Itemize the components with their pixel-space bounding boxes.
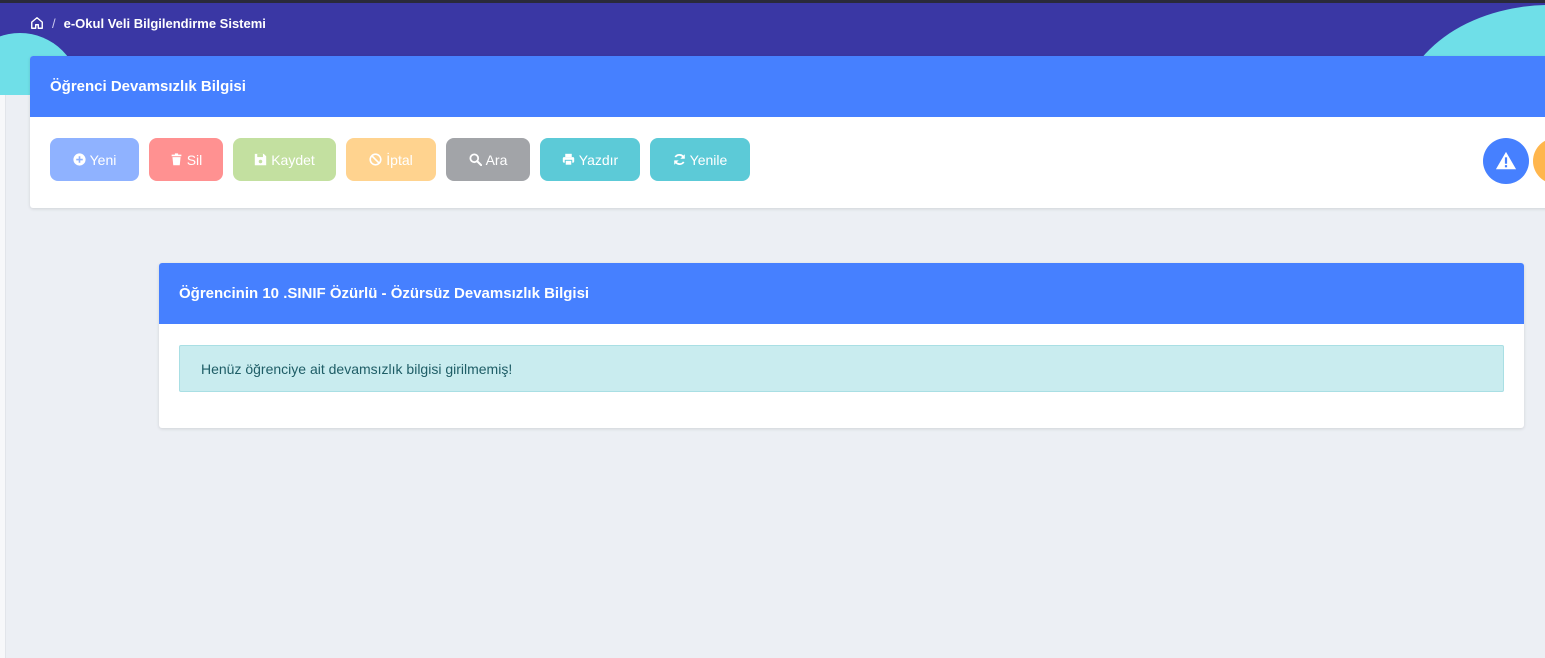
orange-action-button[interactable] — [1533, 138, 1545, 184]
trash-icon — [171, 153, 182, 166]
breadcrumb: / e-Okul Veli Bilgilendirme Sistemi — [30, 14, 266, 32]
cancel-button[interactable]: İptal — [346, 138, 436, 181]
printer-icon — [562, 153, 574, 166]
save-button-label: Kaydet — [271, 151, 315, 168]
new-button-label: Yeni — [89, 151, 117, 168]
devamsizlik-card: Öğrenci Devamsızlık Bilgisi Yeni Sil Kay… — [30, 56, 1545, 208]
info-alert: Henüz öğrenciye ait devamsızlık bilgisi … — [179, 345, 1504, 392]
cancel-button-label: İptal — [386, 151, 413, 168]
ban-icon — [369, 153, 382, 166]
search-button[interactable]: Ara — [446, 138, 530, 181]
new-button[interactable]: Yeni — [50, 138, 139, 181]
card-title: Öğrenci Devamsızlık Bilgisi — [30, 56, 1545, 117]
breadcrumb-title[interactable]: e-Okul Veli Bilgilendirme Sistemi — [64, 16, 266, 31]
delete-button-label: Sil — [186, 151, 203, 168]
left-sidebar-edge — [0, 95, 6, 658]
search-icon — [469, 153, 482, 166]
refresh-button[interactable]: Yenile — [650, 138, 750, 181]
warning-button[interactable] — [1483, 138, 1529, 184]
save-button[interactable]: Kaydet — [233, 138, 336, 181]
action-toolbar: Yeni Sil Kaydet İptal Ara Yazdır Yenile — [50, 138, 750, 181]
refresh-icon — [673, 154, 685, 165]
refresh-button-label: Yenile — [689, 151, 728, 168]
home-icon[interactable] — [30, 16, 44, 30]
sinif-devamsizlik-card: Öğrencinin 10 .SINIF Özürlü - Özürsüz De… — [159, 263, 1524, 428]
plus-circle-icon — [73, 153, 86, 166]
detail-card-title: Öğrencinin 10 .SINIF Özürlü - Özürsüz De… — [159, 263, 1524, 324]
print-button[interactable]: Yazdır — [540, 138, 640, 181]
breadcrumb-separator: / — [52, 15, 56, 31]
floppy-disk-icon — [255, 153, 267, 166]
print-button-label: Yazdır — [578, 151, 619, 168]
delete-button[interactable]: Sil — [149, 138, 223, 181]
warning-icon — [1495, 151, 1517, 170]
search-button-label: Ara — [485, 151, 508, 168]
